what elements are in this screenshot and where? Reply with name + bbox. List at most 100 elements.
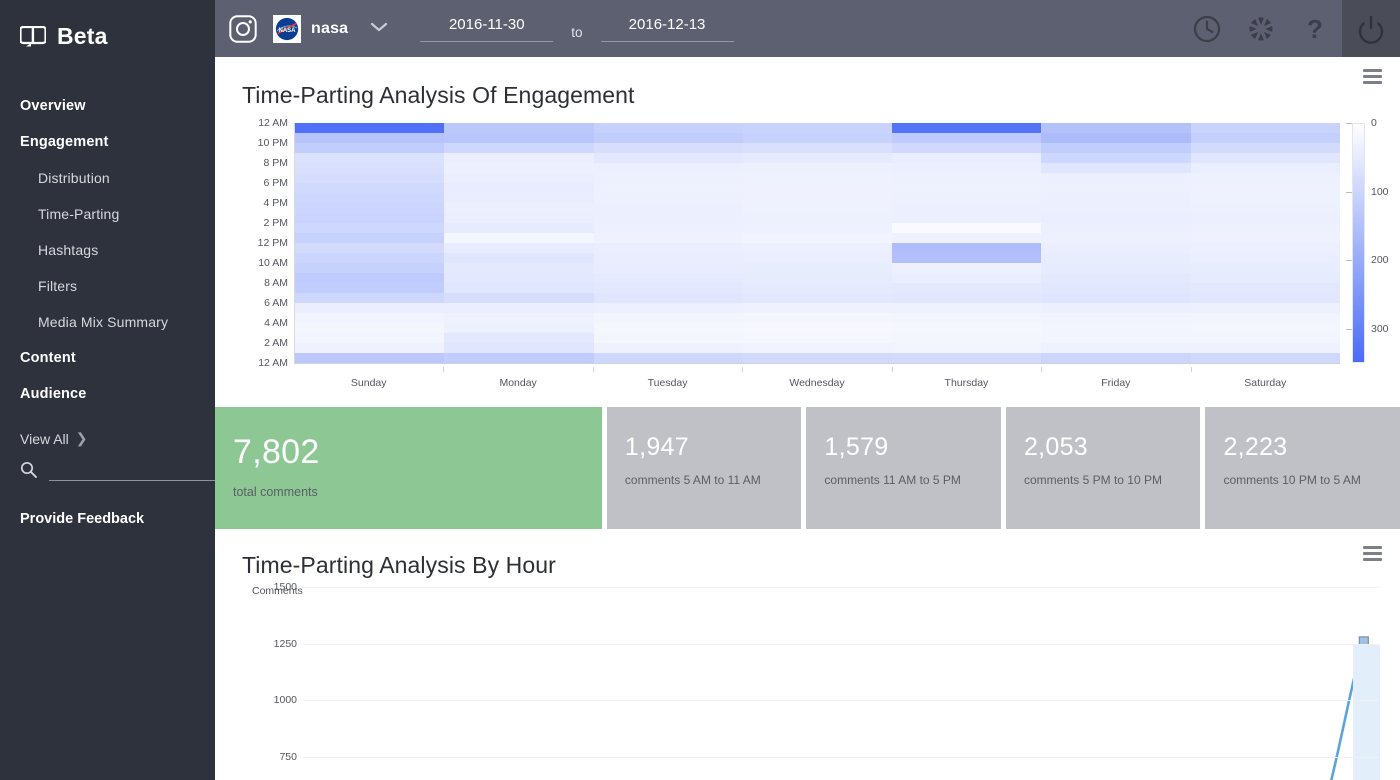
heatmap-cell[interactable] [742, 283, 893, 293]
heatmap-cell[interactable] [742, 123, 893, 133]
heatmap-cell[interactable] [1190, 253, 1340, 263]
provide-feedback-link[interactable]: Provide Feedback [0, 481, 215, 527]
heatmap-cell[interactable] [593, 353, 743, 363]
heatmap-cell[interactable] [444, 303, 594, 313]
heatmap-cell[interactable] [444, 123, 594, 133]
heatmap-cell[interactable] [1190, 153, 1340, 163]
instagram-icon[interactable] [229, 14, 257, 43]
heatmap-cell[interactable] [1041, 283, 1191, 293]
heatmap-cell[interactable] [742, 323, 893, 333]
heatmap-cell[interactable] [295, 193, 445, 203]
heatmap-cell[interactable] [1190, 233, 1340, 243]
heatmap-cell[interactable] [892, 263, 1042, 273]
heatmap-cell[interactable] [593, 183, 743, 193]
heatmap-cell[interactable] [1041, 233, 1191, 243]
heatmap-cell[interactable] [593, 193, 743, 203]
heatmap-cell[interactable] [295, 343, 445, 353]
hamburger-menu-icon-2[interactable] [1363, 546, 1382, 564]
heatmap-cell[interactable] [444, 223, 594, 233]
heatmap-cell[interactable] [593, 133, 743, 143]
heatmap-cell[interactable] [1041, 203, 1191, 213]
night-comments-card[interactable]: 2,223 comments 10 PM to 5 AM [1205, 407, 1400, 529]
heatmap-cell[interactable] [1190, 343, 1340, 353]
heatmap-cell[interactable] [593, 253, 743, 263]
heatmap-cell[interactable] [444, 293, 594, 303]
heatmap-cell[interactable] [593, 203, 743, 213]
heatmap-cell[interactable] [295, 183, 445, 193]
heatmap-cell[interactable] [892, 143, 1042, 153]
heatmap-cell[interactable] [742, 233, 893, 243]
heatmap-cell[interactable] [892, 203, 1042, 213]
heatmap-cell[interactable] [444, 183, 594, 193]
heatmap-cell[interactable] [892, 183, 1042, 193]
heatmap-cell[interactable] [1190, 273, 1340, 283]
sidebar-item-media-mix-summary[interactable]: Media Mix Summary [0, 304, 215, 340]
heatmap-cell[interactable] [444, 313, 594, 323]
date-from-input[interactable] [420, 15, 554, 33]
heatmap-cell[interactable] [593, 343, 743, 353]
sidebar-item-engagement[interactable]: Engagement [0, 124, 215, 160]
heatmap-cell[interactable] [295, 213, 445, 223]
heatmap-cell[interactable] [742, 243, 893, 253]
heatmap-cell[interactable] [742, 183, 893, 193]
heatmap-cell[interactable] [1190, 213, 1340, 223]
sidebar-item-time-parting[interactable]: Time-Parting [0, 196, 215, 232]
heatmap-cell[interactable] [593, 323, 743, 333]
heatmap-cell[interactable] [892, 163, 1042, 173]
heatmap-cell[interactable] [892, 173, 1042, 183]
heatmap-cell[interactable] [295, 223, 445, 233]
heatmap-cell[interactable] [444, 353, 594, 363]
heatmap-cell[interactable] [593, 233, 743, 243]
heatmap-cell[interactable] [1190, 313, 1340, 323]
heatmap-cell[interactable] [892, 233, 1042, 243]
heatmap-cell[interactable] [742, 163, 893, 173]
heatmap-cell[interactable] [1041, 153, 1191, 163]
heatmap-cell[interactable] [444, 243, 594, 253]
heatmap-cell[interactable] [742, 273, 893, 283]
heatmap-cell[interactable] [892, 213, 1042, 223]
heatmap-cell[interactable] [444, 273, 594, 283]
heatmap-cell[interactable] [1041, 313, 1191, 323]
heatmap-cell[interactable] [593, 293, 743, 303]
heatmap-cell[interactable] [1190, 143, 1340, 153]
heatmap-cell[interactable] [1190, 323, 1340, 333]
heatmap-cell[interactable] [1190, 173, 1340, 183]
heatmap-cell[interactable] [892, 153, 1042, 163]
heatmap-cell[interactable] [892, 323, 1042, 333]
heatmap-cell[interactable] [593, 163, 743, 173]
heatmap-cell[interactable] [444, 343, 594, 353]
sidebar-item-filters[interactable]: Filters [0, 268, 215, 304]
heatmap-cell[interactable] [1190, 333, 1340, 343]
heatmap-cell[interactable] [742, 253, 893, 263]
heatmap-cell[interactable] [1041, 353, 1191, 363]
heatmap-cell[interactable] [892, 133, 1042, 143]
heatmap-cell[interactable] [1041, 163, 1191, 173]
heatmap-cell[interactable] [1190, 163, 1340, 173]
heatmap-cell[interactable] [444, 213, 594, 223]
heatmap-cell[interactable] [1190, 123, 1340, 133]
heatmap-cell[interactable] [444, 333, 594, 343]
heatmap-cell[interactable] [742, 303, 893, 313]
heatmap-cell[interactable] [1041, 183, 1191, 193]
heatmap-cell[interactable] [295, 353, 445, 363]
heatmap-cell[interactable] [593, 143, 743, 153]
heatmap-cell[interactable] [593, 243, 743, 253]
heatmap-cell[interactable] [742, 153, 893, 163]
heatmap-cell[interactable] [1041, 333, 1191, 343]
heatmap-cell[interactable] [444, 153, 594, 163]
heatmap-cell[interactable] [742, 213, 893, 223]
heatmap-cell[interactable] [295, 273, 445, 283]
heatmap-cell[interactable] [295, 293, 445, 303]
power-icon[interactable] [1342, 0, 1400, 57]
heatmap-cell[interactable] [295, 163, 445, 173]
heatmap-cell[interactable] [1041, 293, 1191, 303]
heatmap-cell[interactable] [295, 173, 445, 183]
heatmap-cell[interactable] [742, 133, 893, 143]
heatmap-cell[interactable] [1190, 303, 1340, 313]
heatmap-cell[interactable] [1190, 283, 1340, 293]
heatmap-cell[interactable] [1190, 183, 1340, 193]
heatmap-cell[interactable] [1041, 273, 1191, 283]
heatmap-cell[interactable] [742, 203, 893, 213]
heatmap-cell[interactable] [892, 283, 1042, 293]
heatmap-cell[interactable] [892, 343, 1042, 353]
